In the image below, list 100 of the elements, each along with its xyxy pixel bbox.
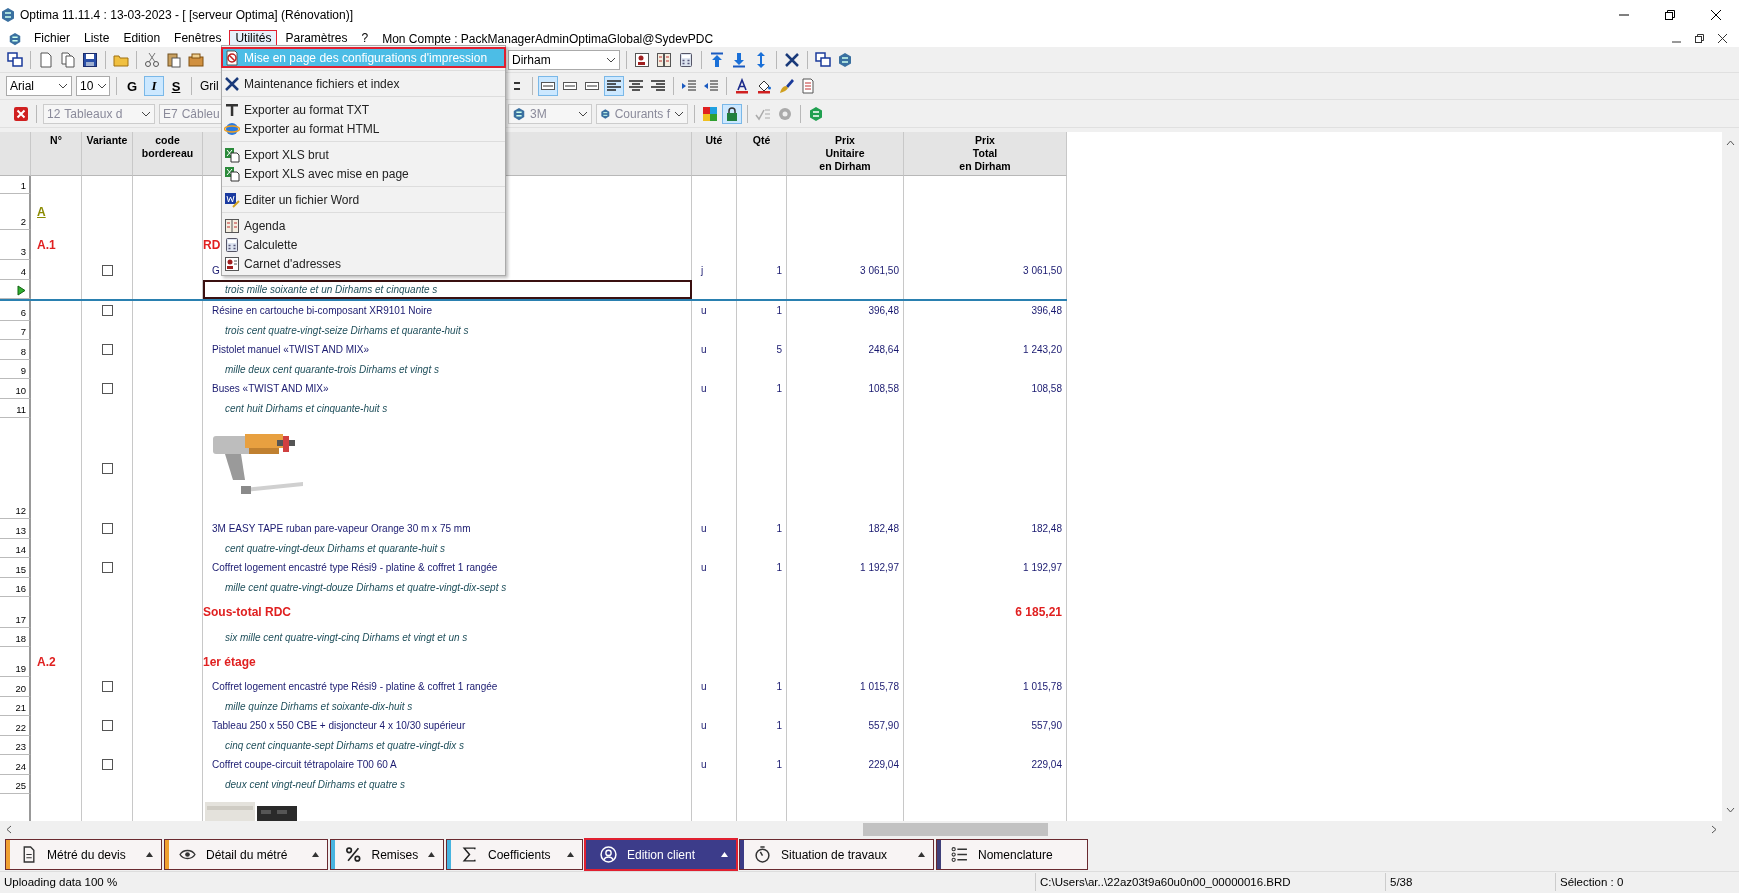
checkbox[interactable] [101,264,113,276]
bottom-tab[interactable]: Remises [330,839,444,870]
close-button[interactable] [1718,34,1727,43]
row-header[interactable]: 12 [0,417,31,519]
row-header[interactable]: 19 [0,646,31,677]
row-header[interactable]: 3 [0,230,31,260]
row-number: 17 [15,613,26,625]
line-style-icon[interactable] [538,76,558,96]
bottom-tab[interactable]: Détail du métré [164,839,328,870]
column-header: code bordereau [141,134,194,159]
menu-item[interactable]: Export XLS brut [222,145,505,164]
chapter-code: A [36,205,46,219]
bottom-tab[interactable]: Nomenclature [936,839,1088,870]
unit-price: 108,58 [868,383,899,394]
row-header[interactable] [0,280,31,299]
windows-icon[interactable] [5,49,25,70]
row-header[interactable]: 24 [0,754,31,775]
address-book-icon [224,255,240,272]
row-header[interactable]: 13 [0,518,31,539]
total-price: 396,48 [1031,305,1062,316]
bottom-tab[interactable]: Edition client [585,839,737,870]
item-designation: Tableau 250 x 550 CBE + disjoncteur 4 x 10/30 supérieur [211,720,466,731]
unit-price: 182,48 [868,523,899,534]
section-code: A.2 [36,654,56,669]
row-number: 13 [15,524,26,536]
checkbox[interactable] [101,562,113,573]
copy-icon[interactable] [58,49,78,70]
section-code: A.1 [36,238,56,252]
menu-item[interactable]: Maintenance fichiers et index [222,74,505,93]
logo-icon [600,106,611,121]
bottom-tab[interactable]: Métré du devis [5,839,162,870]
unit-price: 1 015,78 [860,681,899,692]
menu-item[interactable]: Carnet d'adresses [222,254,505,273]
app-logo-icon [8,31,22,46]
menu-item[interactable]: ? [355,30,375,47]
menu-item[interactable]: Fenêtres [168,30,228,47]
lock-icon[interactable] [722,103,742,124]
row-header[interactable]: 4 [0,260,31,280]
bottom-tab[interactable]: Situation de travaux [739,839,934,870]
quantity-text: 1 [776,681,782,692]
unit-price: 248,64 [868,344,899,355]
scroll-right-icon[interactable] [1711,825,1717,834]
restore-button[interactable] [1695,34,1704,43]
amount-in-words: mille cent quatre-vingt-douze Dirhams et quatre-vingt-dix-sept s [224,581,507,593]
row-header[interactable]: 15 [0,557,31,578]
page-counter: 5/38 [1385,873,1555,891]
row-number: 12 [15,504,26,516]
checkbox[interactable] [101,305,113,316]
item-designation: Résine en cartouche bi-composant XR9101 Noire [211,305,433,316]
align-left-icon[interactable] [604,76,624,96]
amount-in-words: deux cent vingt-neuf Dirhams et quatre s [224,778,406,790]
checkbox[interactable] [101,720,113,731]
spreadsheet-icon [224,146,240,163]
row-number: 18 [15,632,26,644]
bottom-tab[interactable]: Coefficients [446,839,583,870]
menu-item[interactable]: Edition [117,30,167,47]
total-price: 557,90 [1031,720,1062,731]
menu-item[interactable]: Calculette [222,235,505,254]
window-title: Optima 11.11.4 : 13-03-2023 - [ [serveur Optima] (Rénovation)] [20,8,354,22]
menu-item[interactable]: Editer un fichier Word [222,190,505,209]
amount-in-words: six mille cent quatre-vingt-cinq Dirhams et vingt et un s [224,631,468,643]
section-title: 1er étage [203,654,256,669]
item-designation: Pistolet manuel «TWIST AND MIX» [211,344,370,355]
checkbox[interactable] [101,759,113,770]
checkbox[interactable] [101,462,113,474]
row-header[interactable]: 6 [0,300,31,321]
scroll-left-icon[interactable] [6,825,12,834]
menu-item[interactable]: Fichier [28,30,76,47]
menu-item[interactable]: Liste [78,30,116,47]
row-header[interactable]: 22 [0,715,31,736]
checkbox[interactable] [101,681,113,692]
row-header[interactable]: 1 [0,176,31,194]
menu-item[interactable]: Agenda [222,216,505,235]
unit-text: j [699,264,704,276]
font-dropdown[interactable]: Arial [6,76,72,96]
checkbox[interactable] [101,344,113,355]
format-button[interactable]: I [144,76,164,96]
user-circle-icon [600,846,617,863]
checkbox[interactable] [101,523,113,534]
row-header[interactable]: 10 [0,378,31,399]
row-header[interactable]: 2 [0,194,31,230]
checkbox[interactable] [101,383,113,394]
row-number: 6 [20,306,26,318]
row-header[interactable]: 20 [0,676,31,697]
caret-icon [567,852,574,857]
text-tool-icon [224,101,240,118]
row-header[interactable]: 17 [0,596,31,628]
windows-icon[interactable] [813,49,833,70]
row-header[interactable]: 8 [0,339,31,360]
font-size-dropdown[interactable]: 10 [76,76,110,96]
format-button[interactable]: G [122,76,142,96]
currency-dropdown[interactable]: Dirham [508,49,620,70]
menu-item[interactable]: Export XLS avec mise en page [222,164,505,183]
menu-item[interactable]: Paramètres [279,30,354,47]
scroll-up-icon[interactable] [1726,140,1735,146]
row-number: 22 [15,721,26,733]
scrollbar-thumb[interactable] [863,823,1048,836]
unit-price: 3 061,50 [860,264,899,276]
format-button[interactable]: S [166,76,186,96]
scroll-down-icon[interactable] [1726,807,1735,813]
